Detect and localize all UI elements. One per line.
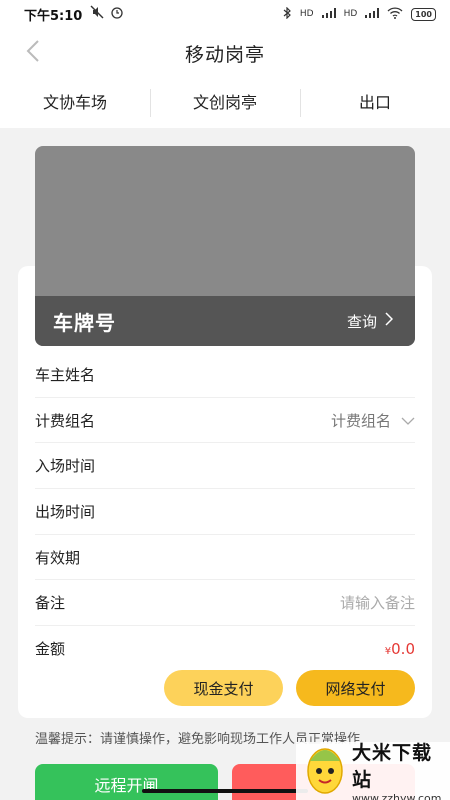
plate-bar: 车牌号 查询 [35,296,415,346]
remark-row[interactable]: 备注 请输入备注 [35,580,415,627]
wifi-icon [387,6,403,22]
bluetooth-icon [282,6,292,22]
signal-icon [321,7,336,21]
status-bar: 下午5:10 HD HD 100 [0,0,450,28]
mascot-logo-icon [304,743,346,799]
back-button[interactable] [20,40,46,66]
amount-label: 金额 [35,640,66,659]
chevron-left-icon [26,39,40,67]
amount-value: ¥0.0 [385,640,415,658]
amount-row: 金额 ¥0.0 [35,626,415,672]
tab-parking-lot[interactable]: 文协车场 [0,89,150,117]
tab-exit[interactable]: 出口 [300,89,450,117]
cash-pay-button[interactable]: 现金支付 [164,670,283,706]
plate-number-label: 车牌号 [53,310,116,335]
remark-input[interactable]: 请输入备注 [340,592,415,613]
entry-time-label: 入场时间 [35,457,96,476]
watermark-url: www.zzhyw.com [352,791,442,800]
nav-bar: 移动岗亭 [0,28,450,78]
owner-name-label: 车主姓名 [35,365,96,384]
validity-row: 有效期 [35,535,415,581]
camera-preview: 车牌号 查询 [35,146,415,346]
query-button[interactable]: 查询 [346,311,394,332]
battery-indicator: 100 [411,7,436,21]
signal-icon-2 [365,7,380,21]
exit-time-label: 出场时间 [35,502,96,521]
chevron-down-icon [401,411,415,429]
validity-label: 有效期 [35,548,81,567]
status-time: 下午5:10 [24,8,83,24]
remark-label: 备注 [35,594,66,613]
owner-name-row: 车主姓名 [35,352,415,398]
mute-icon [90,5,104,23]
chevron-right-icon [385,312,394,330]
parking-tabs: 文协车场 文创岗亭 出口 [0,78,450,128]
billing-group-value: 计费组名 [330,411,391,430]
signal-label-2: HD [343,9,358,19]
entry-time-row: 入场时间 [35,443,415,490]
exit-time-row: 出场时间 [35,489,415,535]
query-label: 查询 [346,312,377,331]
alarm-icon [110,5,124,23]
remote-open-button[interactable]: 远程开闸 [35,764,218,800]
watermark-title: 大米下载站 [352,741,433,791]
online-pay-button[interactable]: 网络支付 [296,670,415,706]
billing-group-select[interactable]: 计费组名 [331,410,415,431]
watermark: 大米下载站 www.zzhyw.com [296,742,450,800]
amount-number: 0.0 [391,639,415,658]
home-indicator[interactable] [142,789,308,793]
tab-booth[interactable]: 文创岗亭 [150,89,300,117]
billing-group-label: 计费组名 [35,411,96,430]
page-title: 移动岗亭 [184,43,265,66]
billing-group-row[interactable]: 计费组名 计费组名 [35,398,415,444]
signal-label-1: HD [299,9,314,19]
detail-list: 车主姓名 计费组名 计费组名 入场时间 出场时间 有效期 备注 请输入备注 金额… [35,352,415,672]
